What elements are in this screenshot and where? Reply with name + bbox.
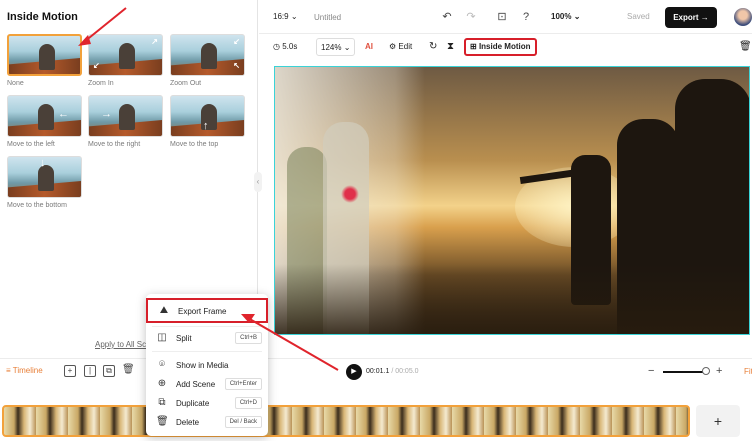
document-title[interactable]: Untitled [314,13,341,22]
sliders-icon: ⚙ [389,42,397,51]
arrow-down-icon: ↓ [40,157,46,169]
inside-motion-button[interactable]: ⊞ Inside Motion [464,38,537,56]
preset-label: Move to the bottom [7,202,67,209]
timeline-tab[interactable]: ≡ Timeline [6,366,43,375]
timeline-icon: ≡ [6,366,11,375]
trash-icon[interactable]: 🗑 [122,365,135,377]
export-button[interactable]: Export → [665,7,717,28]
zoom-out-icon: ↙ [233,37,240,46]
arrow-right-icon: → [101,108,112,120]
scene-clip-track[interactable] [2,405,690,437]
editor-canvas[interactable] [274,66,750,335]
preset-zoom-in-thumb[interactable]: ↙ ↗ [88,34,163,76]
save-status: Saved [627,12,650,21]
preset-label: Move to the top [170,141,219,148]
preset-label: Move to the right [88,141,141,148]
redo-icon[interactable]: ↷ [463,9,479,25]
preset-label: Zoom Out [170,80,202,87]
help-icon[interactable]: ? [518,9,534,25]
duration-button[interactable]: ◷ 5.0s [269,38,301,56]
trash-icon[interactable]: 🗑 [735,38,752,56]
zoom-in-icon: ↙ [93,61,100,70]
edit-button[interactable]: ⚙ Edit [385,38,416,56]
menu-item-split[interactable]: ◫ Split Ctrl+B [146,329,268,348]
shortcut-badge: Ctrl+Enter [224,378,262,390]
rotate-icon[interactable]: ↻ [425,38,441,56]
zoom-level-select[interactable]: 100% ⌄ [551,12,580,21]
ai-icon[interactable]: AI [361,38,377,56]
menu-item-add-scene[interactable]: ⊕ Add Scene Ctrl+Enter [146,375,268,394]
play-button[interactable]: ▶ [346,364,362,380]
timeline-zoom-knob[interactable] [702,367,710,375]
preset-move-left-thumb[interactable]: ← [7,95,82,137]
scale-select[interactable]: 124% ⌄ [316,38,356,56]
undo-icon[interactable]: ↶ [439,9,455,25]
add-icon: ⊕ [157,378,167,389]
motion-icon: ⊞ [470,42,477,51]
panel-title: Inside Motion [7,11,78,23]
menu-item-export-frame[interactable]: ⛰ Export Frame [146,298,268,323]
menu-item-delete[interactable]: 🗑 Delete Del / Back [146,413,268,432]
clock-icon: ◷ [273,42,280,51]
preset-move-right-thumb[interactable]: → [88,95,163,137]
preset-label: Zoom In [88,80,114,87]
menu-item-show-in-media[interactable]: ⌾ Show in Media [146,356,268,375]
zoom-in-icon: ↗ [151,37,158,46]
arrow-left-icon: ← [58,108,69,120]
menu-item-duplicate[interactable]: ⧉ Duplicate Ctrl+D [146,394,268,413]
red-flowers [341,185,359,203]
location-icon: ⌾ [159,359,165,370]
flip-icon[interactable]: ⧗ [443,38,458,56]
arrow-right-icon: → [700,13,709,22]
shortcut-badge: Del / Back [224,416,262,428]
export-frame-icon: ⛰ [159,305,169,316]
split-icon: ◫ [157,332,167,343]
add-scene-button[interactable]: + [696,405,740,437]
chevron-down-icon: ⌄ [573,12,581,21]
aspect-ratio-select[interactable]: 16:9 ⌄ [273,12,298,21]
chevron-down-icon: ⌄ [343,43,351,52]
split-icon[interactable]: | [84,365,96,377]
canvas-toolbar: ◷ 5.0s 124% ⌄ AI ⚙ Edit ↻ ⧗ ⊞ Inside Mot… [259,34,752,62]
preset-zoom-out-thumb[interactable]: ↙ ↖ [170,34,245,76]
screenshot-icon[interactable]: ⊡ [494,9,510,25]
grass-field [275,264,749,334]
preset-move-bottom-thumb[interactable]: ↓ [7,156,82,198]
zoom-out-icon: ↖ [233,61,240,70]
context-menu: ⛰ Export Frame ◫ Split Ctrl+B ⌾ Show in … [146,294,268,436]
arrow-up-icon: ↑ [203,120,209,132]
avatar[interactable] [734,8,752,26]
collapse-panel-handle[interactable]: ‹ [254,172,262,192]
fit-button[interactable]: Fit [744,367,752,376]
zoom-out-timeline-icon[interactable]: − [648,365,654,377]
shortcut-badge: Ctrl+B [235,332,262,344]
duplicate-icon: ⧉ [158,397,166,408]
preset-none-thumb[interactable] [7,34,82,76]
duplicate-icon[interactable]: ⧉ [103,365,115,377]
chevron-down-icon: ⌄ [290,12,298,21]
trash-icon: 🗑 [156,416,169,427]
add-icon[interactable]: + [64,365,76,377]
shortcut-badge: Ctrl+D [234,397,262,409]
top-bar: 16:9 ⌄ Untitled ↶ ↷ ⊡ ? 100% ⌄ Saved Exp… [259,0,752,34]
playback-bar: ≡ Timeline + | ⧉ 🗑 ▶ 00:01.1 / 00:05.0 −… [0,358,752,384]
preset-label: None [7,80,24,87]
preset-label: Move to the left [7,141,55,148]
zoom-in-timeline-icon[interactable]: + [716,365,722,377]
timecode: 00:01.1 / 00:05.0 [366,368,419,375]
preset-move-top-thumb[interactable]: ↑ [170,95,245,137]
